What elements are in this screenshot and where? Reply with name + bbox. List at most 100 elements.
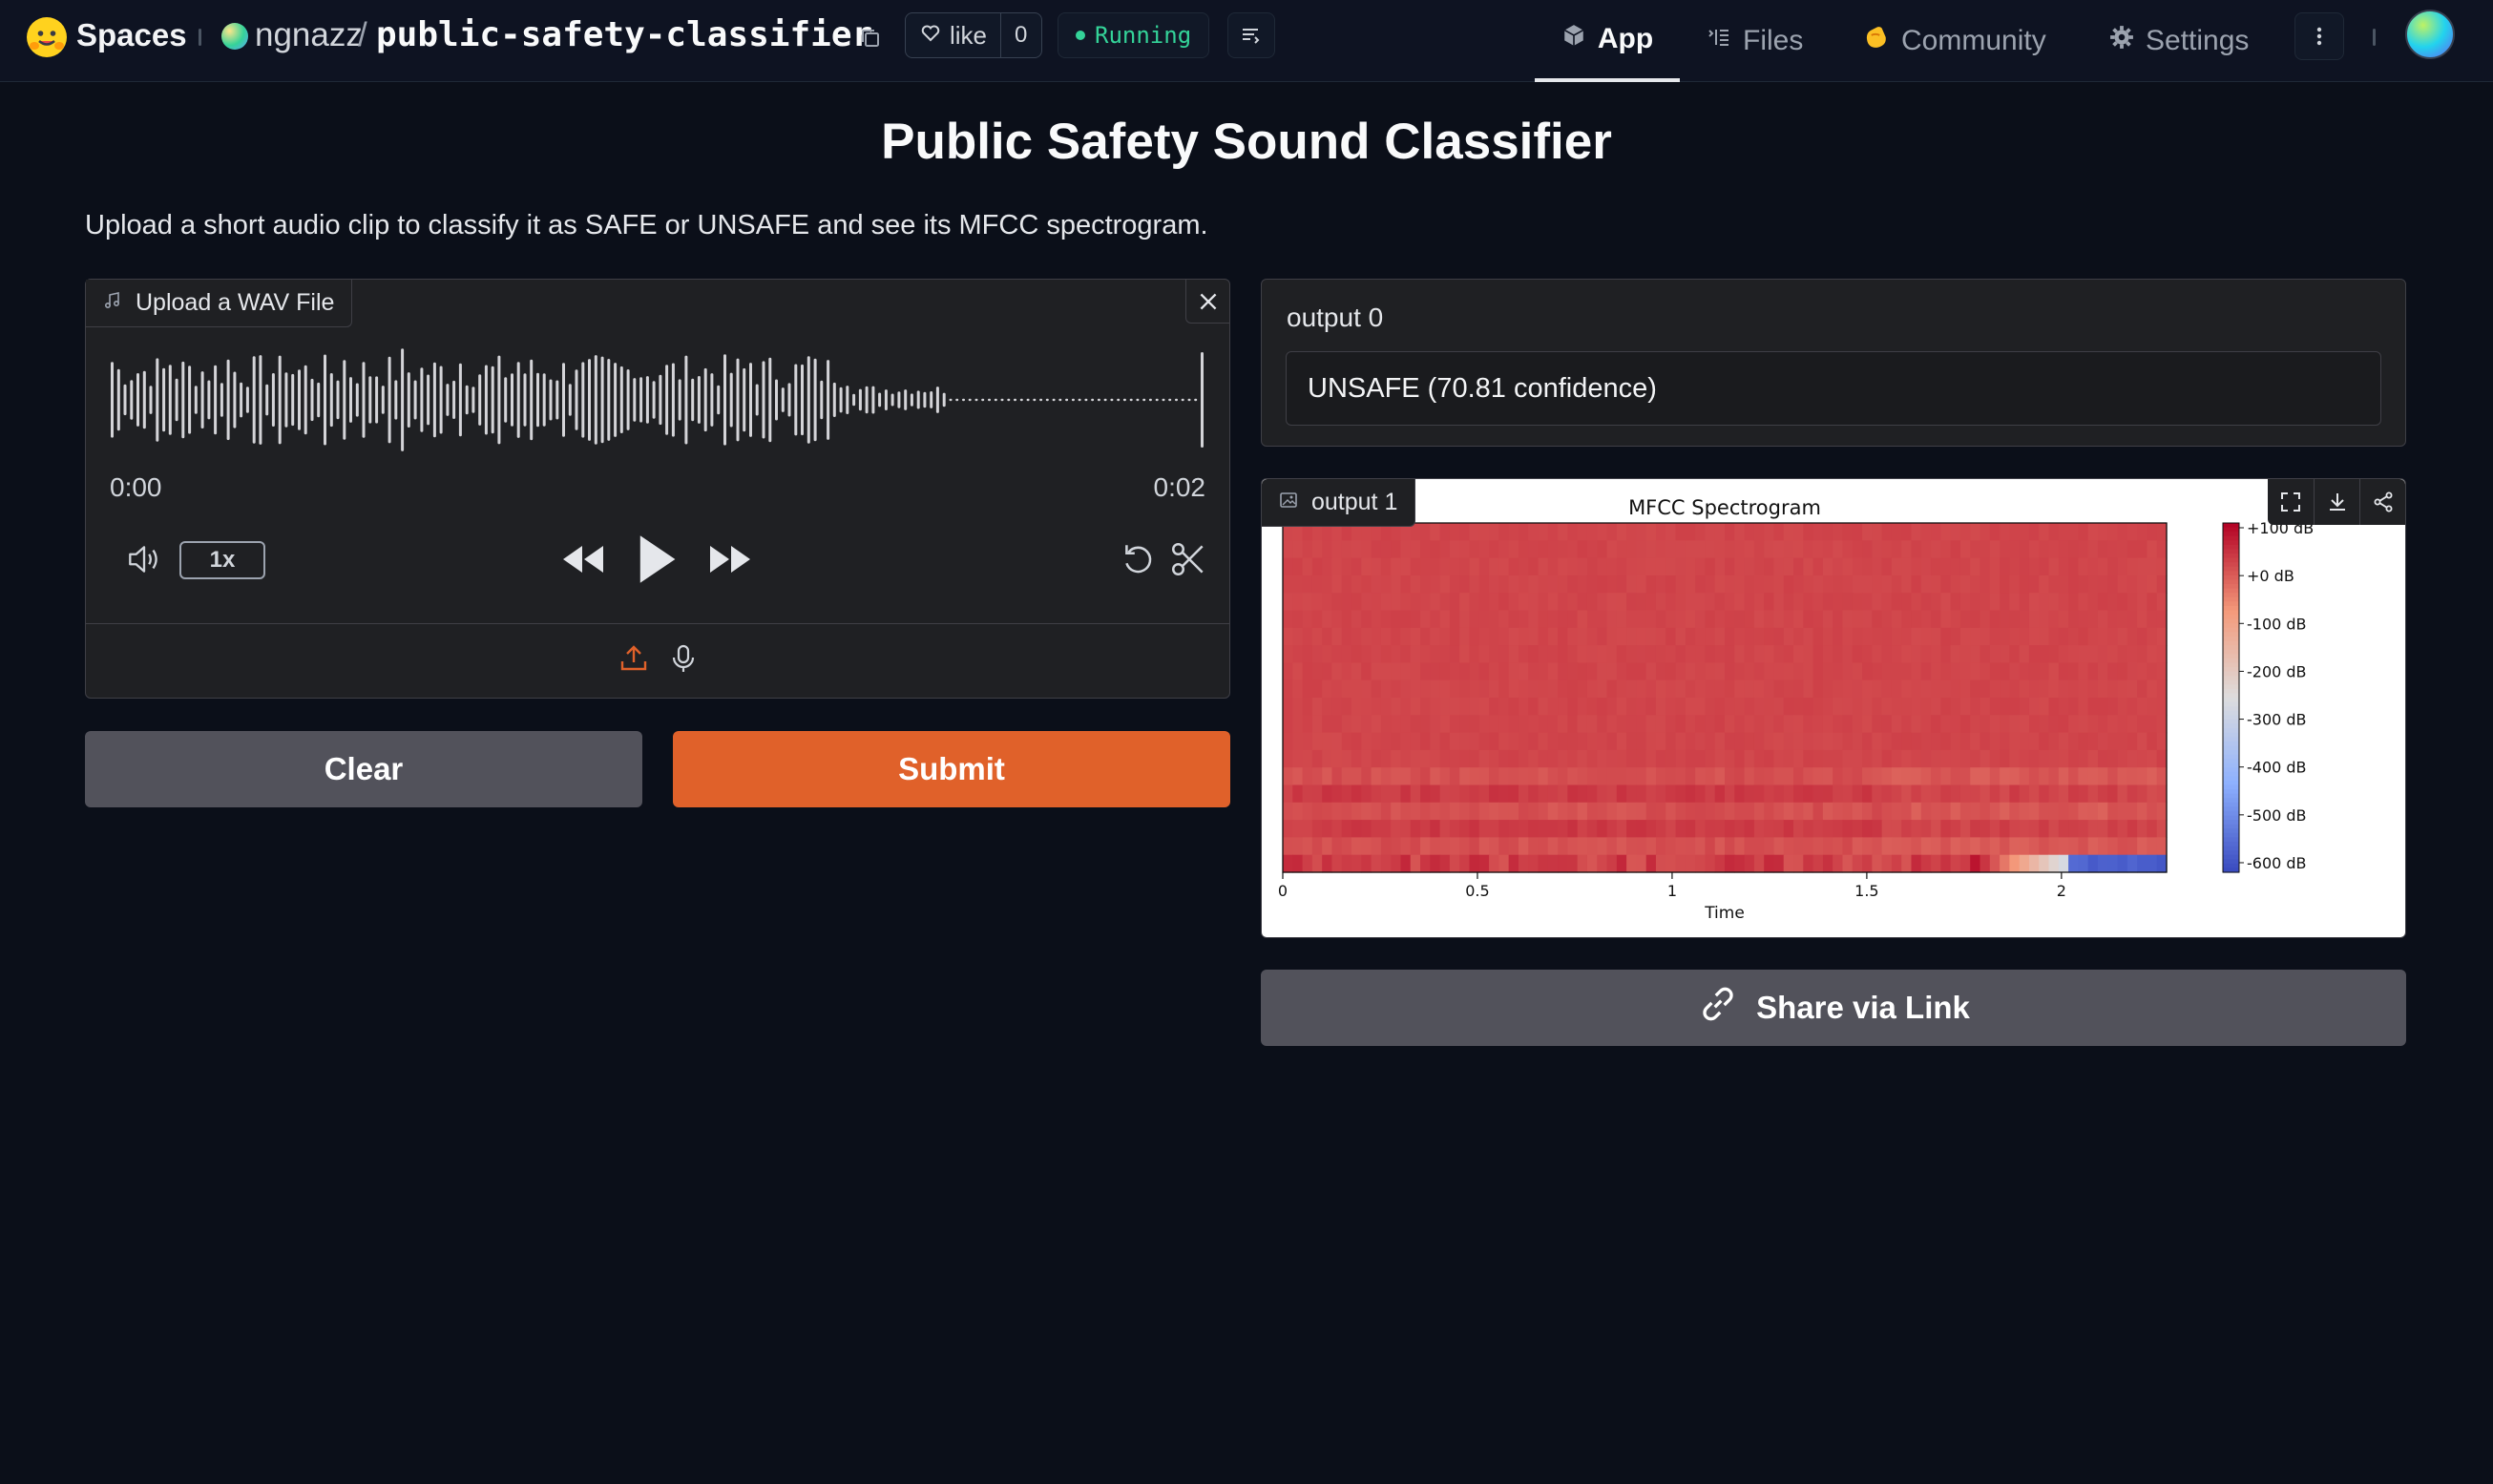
tab-settings[interactable]: Settings [2109, 0, 2249, 82]
heatmap-cell [1744, 523, 1755, 541]
heatmap-cell [1970, 679, 1981, 699]
submit-button[interactable]: Submit [673, 731, 1230, 807]
microphone-icon[interactable] [664, 639, 702, 678]
heatmap-cell [1842, 854, 1854, 873]
heatmap-cell [2087, 802, 2099, 821]
heatmap-cell [1812, 784, 1824, 804]
heatmap-cell [1538, 698, 1549, 716]
share-via-link-button[interactable]: Share via Link [1261, 970, 2406, 1046]
heatmap-cell [1744, 715, 1755, 734]
heatmap-cell [2117, 749, 2128, 768]
waveform-bar [252, 356, 256, 444]
repo-link[interactable]: public-safety-classifier [376, 13, 872, 55]
heatmap-cell [1508, 523, 1519, 541]
heatmap-cell [1371, 715, 1382, 734]
heatmap-cell [1371, 679, 1382, 699]
copy-icon[interactable] [857, 25, 884, 52]
heatmap-cell [1341, 767, 1352, 786]
heatmap-cell [2019, 837, 2030, 856]
share-icon[interactable] [2359, 479, 2405, 525]
heatmap-cell [1508, 802, 1519, 821]
heatmap-cell [1498, 575, 1510, 594]
heatmap-cell [1311, 732, 1323, 751]
heatmap-cell [1665, 767, 1677, 786]
heatmap-cell [2068, 715, 2079, 734]
colorbar-segment [2223, 579, 2239, 585]
heatmap-cell [1400, 715, 1412, 734]
heatmap-cell [1940, 698, 1952, 716]
heatmap-cell [1685, 523, 1696, 541]
trim-scissors-icon[interactable] [1166, 537, 1210, 581]
upload-icon[interactable] [615, 639, 653, 678]
heatmap-cell [1989, 837, 2001, 856]
owner-link[interactable]: ngnazz [255, 15, 363, 55]
heatmap-cell [1459, 749, 1471, 768]
play-icon[interactable] [630, 530, 683, 589]
heatmap-cell [2107, 610, 2119, 629]
heatmap-cell [1616, 593, 1627, 612]
heatmap-cell [1931, 784, 1941, 804]
heatmap-cell [2126, 837, 2138, 856]
heatmap-cell [1852, 854, 1863, 873]
heatmap-cell [1989, 523, 2001, 541]
reset-icon[interactable] [1117, 537, 1161, 581]
heatmap-cell [1577, 715, 1588, 734]
playback-speed-button[interactable]: 1x [179, 541, 265, 579]
volume-icon[interactable] [122, 537, 166, 581]
heatmap-cell [2097, 820, 2108, 838]
heatmap-cell [1478, 854, 1490, 873]
heatmap-cell [2028, 627, 2040, 646]
clear-audio-button[interactable] [1185, 280, 1229, 324]
more-options-button[interactable] [2294, 12, 2344, 60]
heatmap-cell [1410, 645, 1421, 663]
heatmap-cell [1567, 767, 1579, 786]
logs-button[interactable] [1227, 12, 1275, 58]
tab-app[interactable]: App [1535, 0, 1680, 82]
heatmap-cell [1361, 749, 1372, 768]
fast-forward-icon[interactable] [706, 537, 754, 581]
heatmap-cell [1940, 767, 1952, 786]
huggingface-logo-icon[interactable] [27, 17, 67, 57]
audio-waveform[interactable] [109, 348, 1206, 451]
heatmap-cell [1803, 575, 1814, 594]
heatmap-cell [1842, 610, 1854, 629]
spaces-link[interactable]: Spaces [76, 15, 187, 55]
heatmap-cell [1606, 523, 1618, 541]
status-badge[interactable]: Running [1058, 12, 1210, 58]
heatmap-cell [1645, 557, 1657, 576]
heatmap-cell [1283, 698, 1293, 716]
heatmap-cell [1430, 732, 1441, 751]
fullscreen-icon[interactable] [2268, 479, 2314, 525]
output-0-textbox[interactable]: UNSAFE (70.81 confidence) [1286, 351, 2381, 426]
heatmap-cell [1970, 662, 1981, 681]
heatmap-cell [1380, 610, 1392, 629]
heatmap-cell [1636, 575, 1647, 594]
tab-files[interactable]: Files [1707, 0, 1803, 82]
waveform-bar [549, 379, 553, 421]
heatmap-cell [1675, 837, 1686, 856]
clear-button[interactable]: Clear [85, 731, 642, 807]
heatmap-cell [1449, 627, 1460, 646]
heatmap-cell [1311, 575, 1323, 594]
heatmap-cell [1705, 820, 1716, 838]
tab-community[interactable]: Community [1861, 0, 2046, 82]
heatmap-cell [2009, 523, 2021, 541]
heatmap-cell [1862, 767, 1873, 786]
heatmap-cell [1361, 540, 1372, 559]
heatmap-cell [1489, 698, 1499, 716]
heatmap-cell [1380, 679, 1392, 699]
waveform-bar [465, 385, 469, 415]
download-icon[interactable] [2314, 479, 2359, 525]
user-avatar[interactable] [2405, 10, 2455, 59]
heatmap-cell [1547, 784, 1559, 804]
heatmap-cell [1478, 523, 1490, 541]
heatmap-cell [1725, 645, 1735, 663]
heatmap-cell [1803, 698, 1814, 716]
heatmap-cell [1302, 593, 1313, 612]
heatmap-cell [1538, 749, 1549, 768]
rewind-icon[interactable] [559, 537, 607, 581]
like-button[interactable]: like 0 [905, 12, 1042, 58]
heatmap-cell [1577, 557, 1588, 576]
heatmap-cell [2039, 698, 2050, 716]
waveform-bar [723, 354, 726, 446]
